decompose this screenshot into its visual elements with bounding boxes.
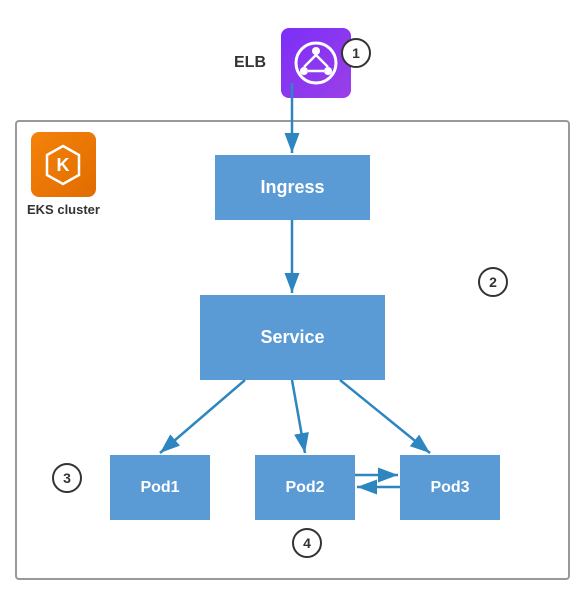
pod3-label: Pod3 xyxy=(430,479,469,497)
elb-icon xyxy=(281,28,351,98)
pod2-box: Pod2 xyxy=(255,455,355,520)
ingress-label: Ingress xyxy=(260,177,324,198)
svg-text:K: K xyxy=(57,155,70,175)
pod1-box: Pod1 xyxy=(110,455,210,520)
service-box: Service xyxy=(200,295,385,380)
badge-3: 3 xyxy=(52,463,82,493)
pod2-label: Pod2 xyxy=(285,479,324,497)
pod3-box: Pod3 xyxy=(400,455,500,520)
eks-label: EKS cluster xyxy=(27,202,100,217)
elb-area: ELB 1 xyxy=(0,10,585,115)
eks-icon-wrapper: K EKS cluster xyxy=(27,132,100,217)
badge-4: 4 xyxy=(292,528,322,558)
pod1-label: Pod1 xyxy=(140,479,179,497)
badge-1: 1 xyxy=(341,38,371,68)
badge-2: 2 xyxy=(478,267,508,297)
ingress-box: Ingress xyxy=(215,155,370,220)
service-label: Service xyxy=(260,327,324,348)
eks-icon: K xyxy=(31,132,96,197)
diagram-container: ELB 1 xyxy=(0,0,585,595)
elb-label: ELB xyxy=(234,54,266,72)
elb-group: ELB 1 xyxy=(234,28,351,98)
